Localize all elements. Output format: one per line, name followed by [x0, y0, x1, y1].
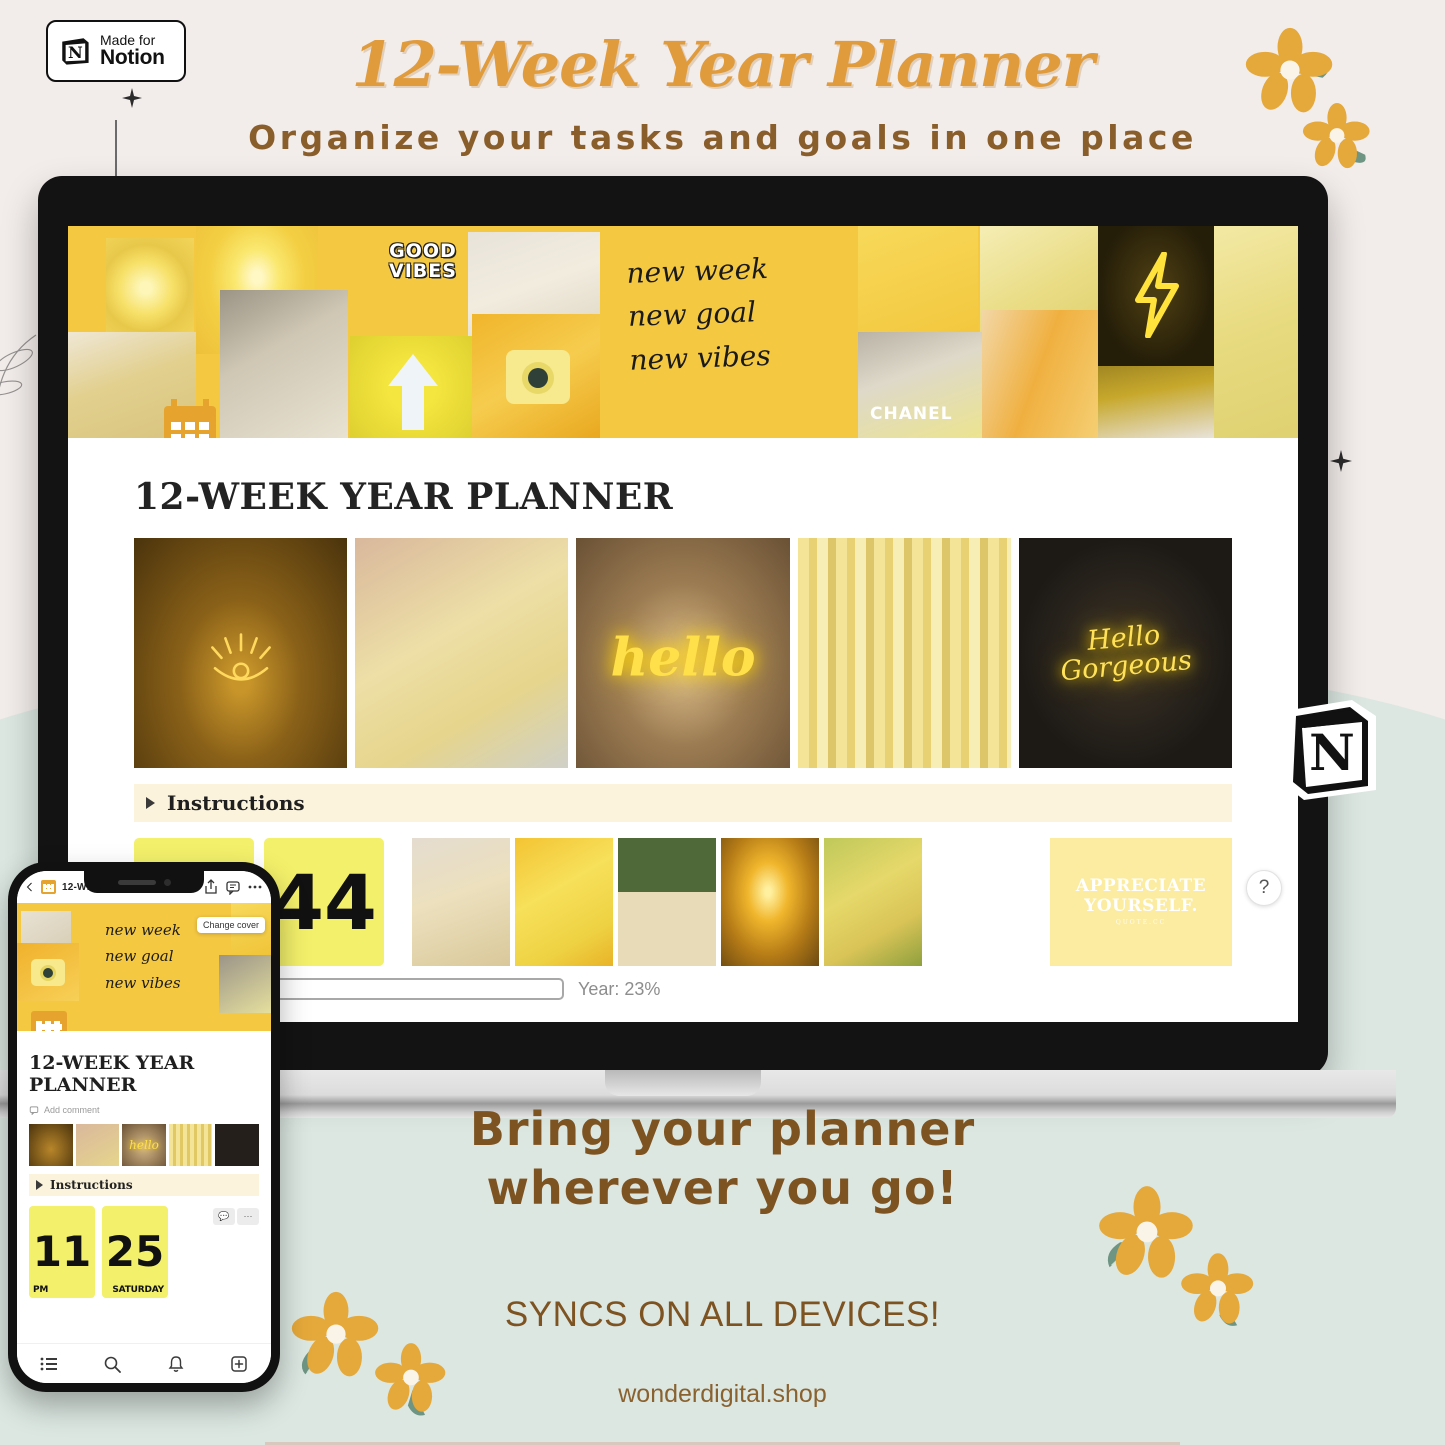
phone-card-day-label: SATURDAY [112, 1284, 164, 1295]
phone-number-cards: 11 PM 25 SATURDAY 💬 ⋯ [29, 1205, 259, 1298]
phone-cover-collage: new week new goal new vibes Change cover [17, 903, 271, 1031]
photo-neon-eye [134, 538, 348, 768]
phone-add-comment[interactable]: Add comment [29, 1105, 259, 1115]
triangle-right-icon[interactable] [146, 797, 155, 809]
cover-good-vibes-text: GOOD VIBES [389, 240, 457, 282]
cover-calendar-icon [164, 399, 216, 438]
photo-hello-gorgeous-neon: Hello Gorgeous [1018, 538, 1233, 768]
phone-card-day: 25 SATURDAY [102, 1205, 168, 1298]
phone-body: 12-WEEK YEAR PLANNER new week new goal n… [8, 862, 280, 1392]
phone-instructions-label: Instructions [50, 1177, 133, 1192]
comment-icon [29, 1106, 39, 1115]
gallery-butterflies [515, 838, 613, 966]
quote-credit: QUOTE.CC [1115, 919, 1167, 927]
phone-row-actions: 💬 ⋯ [213, 1207, 259, 1225]
phone-screen: 12-WEEK YEAR PLANNER new week new goal n… [17, 871, 271, 1383]
phone-camera-icon [31, 959, 65, 986]
phone-photo-gorgeous [215, 1123, 259, 1166]
more-horizontal-icon[interactable] [247, 879, 263, 895]
search-icon[interactable] [103, 1355, 122, 1373]
phone-camera [163, 878, 171, 886]
notion-bottom-row: 44 APPRECIATE YOURSELF. QUOTE.CC [134, 838, 1232, 986]
phone-photo-hello: hello [122, 1123, 166, 1166]
phone-instructions-toggle[interactable]: Instructions [29, 1173, 259, 1196]
list-icon[interactable] [40, 1355, 58, 1373]
quote-line-2: YOURSELF. [1084, 895, 1198, 916]
photo-yellow-books [797, 538, 1011, 768]
phone-page-body: 12-WEEK YEAR PLANNER Add comment hello I… [17, 1031, 271, 1298]
page-title: 12-Week Year Planner [351, 28, 1095, 101]
instructions-label: Instructions [167, 791, 305, 815]
badge-line-2: Notion [100, 46, 165, 70]
cover-photo-pencils [982, 310, 1110, 438]
cover-photo-pencil [858, 226, 978, 346]
laptop-base-notch [605, 1070, 761, 1096]
cover-camera-icon [506, 350, 570, 404]
phone-add-comment-label: Add comment [44, 1104, 100, 1115]
phone-card-hour: 11 PM [29, 1205, 95, 1298]
gallery-latte [618, 838, 716, 966]
chevron-left-icon[interactable] [25, 879, 35, 895]
photo-hello-gorgeous-text: Hello Gorgeous [1059, 619, 1194, 688]
bell-icon[interactable] [167, 1355, 185, 1373]
poster-canvas: N Made for Notion 12-Week Year Planner O… [0, 0, 1445, 1445]
photo-hello-text: hello [610, 627, 756, 689]
change-cover-tooltip[interactable]: Change cover [196, 917, 265, 933]
cover-photo-hands-daisy [220, 290, 348, 438]
gallery-chanel-bag [412, 838, 510, 966]
phone-photo-eye [29, 1123, 73, 1166]
more-horizontal-icon[interactable]: ⋯ [237, 1207, 259, 1225]
photo-hello-neon: hello [576, 538, 790, 768]
phone-card-hour-label: PM [33, 1284, 49, 1295]
phone-calendar-icon [41, 880, 56, 894]
svg-text:N: N [1309, 723, 1355, 782]
cover-photo-lemon [106, 238, 194, 338]
notion-cube-icon: N [62, 38, 89, 65]
quote-card: APPRECIATE YOURSELF. QUOTE.CC [1050, 838, 1232, 966]
cover-photo-macarons [1214, 226, 1298, 438]
badge-line-1: Made for [100, 31, 156, 48]
gallery-sunset-wave [721, 838, 819, 966]
phone-photo-strip: hello [29, 1123, 259, 1166]
cover-chanel-text: CHANEL [870, 404, 953, 424]
sparkle-icon-mid [1330, 450, 1352, 472]
notion-cover-collage: GOOD VIBES new week new goal new vibes C… [68, 226, 1298, 438]
phone-card-hour-value: 11 [32, 1227, 92, 1277]
year-progress-row: Year: 23% [134, 978, 1232, 1000]
comment-icon[interactable]: 💬 [213, 1207, 235, 1225]
week-number-card: 44 [264, 838, 384, 966]
phone-bottom-nav [17, 1343, 271, 1383]
photo-activewear [355, 538, 569, 768]
page-subtitle: Organize your tasks and goals in one pla… [248, 118, 1197, 157]
phone-cover-calendar-icon [31, 1011, 67, 1031]
phone-speaker [117, 879, 156, 885]
cover-script-text: new week new goal new vibes [625, 251, 772, 377]
notion-gallery-strip [412, 838, 922, 966]
phone-photo-books [168, 1123, 213, 1166]
phone-heading: 12-WEEK YEAR PLANNER [29, 1052, 195, 1096]
phone-card-day-value: 25 [105, 1227, 165, 1277]
cover-lightning-icon [1135, 252, 1179, 338]
phone-mockup: 12-WEEK YEAR PLANNER new week new goal n… [8, 862, 280, 1392]
instructions-toggle[interactable]: Instructions [134, 784, 1232, 822]
plus-box-icon[interactable] [230, 1355, 248, 1373]
share-icon[interactable] [203, 879, 219, 895]
help-button[interactable]: ? [1246, 870, 1282, 906]
cover-arrow-icon [388, 354, 438, 430]
notion-logo-sticker: N [1286, 700, 1376, 800]
notion-photo-row: hello Hello Gorgeous [134, 538, 1233, 768]
year-progress-label: Year: 23% [578, 978, 661, 999]
phone-cover-chanel [219, 955, 271, 1013]
phone-notch [84, 871, 204, 893]
phone-photo-activewear [75, 1123, 120, 1166]
quote-line-1: APPRECIATE [1075, 876, 1207, 896]
triangle-right-icon[interactable] [36, 1179, 43, 1190]
notion-page-title: 12-WEEK YEAR PLANNER [134, 476, 674, 518]
gallery-camera-sunflower [824, 838, 922, 966]
comment-icon[interactable] [225, 879, 241, 895]
phone-cover-script: new week new goal new vibes [105, 921, 181, 992]
svg-text:N: N [68, 43, 83, 62]
made-for-notion-badge: N Made for Notion [46, 20, 186, 82]
